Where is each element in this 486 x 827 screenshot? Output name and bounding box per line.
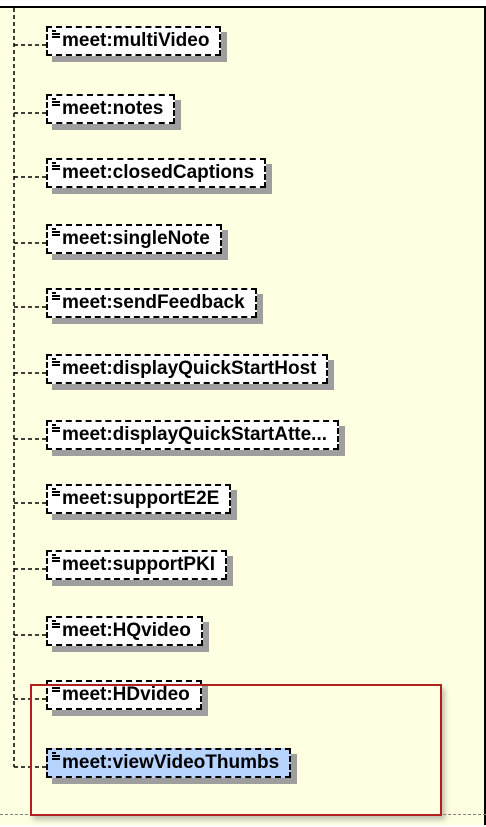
element-node-label: meet:HDvideo [62,684,190,705]
element-node-singlenote[interactable]: meet:singleNote [46,224,222,254]
element-node-label: meet:multiVideo [62,30,210,51]
element-node-label: meet:displayQuickStartAtte... [62,424,328,445]
element-node-sendfeedback[interactable]: meet:sendFeedback [46,288,257,318]
element-icon [52,620,62,628]
element-node-label: meet:closedCaptions [62,162,255,183]
element-icon [52,684,62,692]
element-icon [52,752,62,760]
element-icon [52,424,62,432]
element-node-hdvideo[interactable]: meet:HDvideo [46,680,202,710]
element-icon [52,30,62,38]
element-node-viewvideothumbs[interactable]: meet:viewVideoThumbs [46,748,292,778]
element-icon [52,162,62,170]
element-node-displayquickstartattendee[interactable]: meet:displayQuickStartAtte... [46,420,340,450]
element-node-hqvideo[interactable]: meet:HQvideo [46,616,203,646]
element-node-notes[interactable]: meet:notes [46,94,176,124]
element-node-closedcaptions[interactable]: meet:closedCaptions [46,158,267,188]
element-node-supportpki[interactable]: meet:supportPKI [46,550,228,580]
element-icon [52,488,62,496]
schema-view: { "nodes": [ { "label": "meet:multiVideo… [0,0,486,825]
panel-bottom-border [0,814,486,815]
element-node-multivideo[interactable]: meet:multiVideo [46,26,222,56]
element-node-label: meet:displayQuickStartHost [62,358,317,379]
element-node-label: meet:notes [62,98,164,119]
element-node-displayquickstarthost[interactable]: meet:displayQuickStartHost [46,354,329,384]
element-icon [52,358,62,366]
schema-diagram-panel: meet:multiVideo meet:notes meet:closedCa… [0,6,486,825]
element-icon [52,554,62,562]
element-node-label: meet:supportPKI [62,554,216,575]
element-icon [52,292,62,300]
element-node-label: meet:viewVideoThumbs [62,752,280,773]
element-node-label: meet:HQvideo [62,620,191,641]
element-icon [52,228,62,236]
element-node-label: meet:supportE2E [62,488,220,509]
element-node-supporte2e[interactable]: meet:supportE2E [46,484,232,514]
element-node-label: meet:singleNote [62,228,210,249]
element-icon [52,98,62,106]
element-node-label: meet:sendFeedback [62,292,245,313]
